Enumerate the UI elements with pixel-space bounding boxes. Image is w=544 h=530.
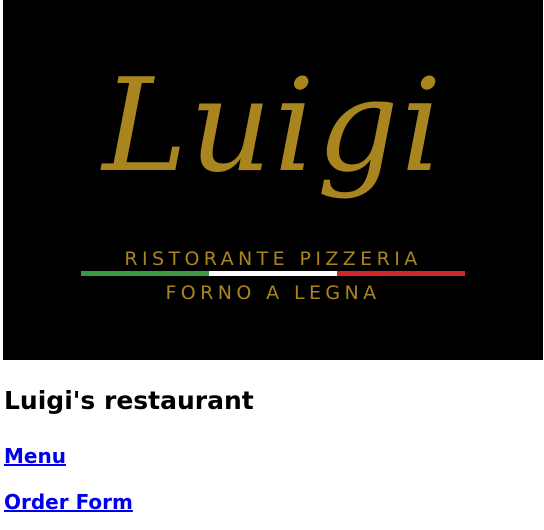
menu-link[interactable]: Menu <box>4 444 66 468</box>
flag-red-segment <box>337 271 465 276</box>
logo-subtitle-line1: RISTORANTE PIZZERIA <box>124 248 421 270</box>
flag-white-segment <box>209 271 337 276</box>
page-title: Luigi's restaurant <box>4 386 254 415</box>
italian-flag-stripe <box>81 271 465 276</box>
order-form-link[interactable]: Order Form <box>4 490 133 514</box>
logo-subtitle-line2: FORNO A LEGNA <box>165 282 380 304</box>
logo-script-text: Luigi <box>100 52 443 201</box>
flag-green-segment <box>81 271 209 276</box>
restaurant-logo-image: Luigi RISTORANTE PIZZERIA FORNO A LEGNA <box>3 0 543 360</box>
